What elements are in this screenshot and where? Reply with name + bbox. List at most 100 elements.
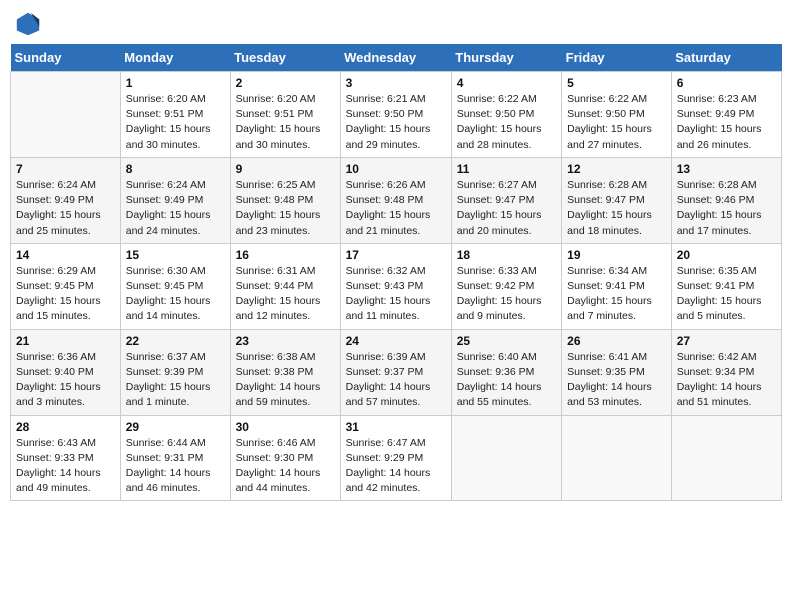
day-info: Sunrise: 6:39 AM Sunset: 9:37 PM Dayligh…	[346, 350, 446, 411]
page-header	[10, 10, 782, 38]
col-header-sunday: Sunday	[11, 44, 121, 72]
day-info: Sunrise: 6:44 AM Sunset: 9:31 PM Dayligh…	[126, 436, 225, 497]
col-header-monday: Monday	[120, 44, 230, 72]
day-number: 10	[346, 162, 446, 176]
day-cell: 8 Sunrise: 6:24 AM Sunset: 9:49 PM Daylig…	[120, 157, 230, 243]
day-cell: 20 Sunrise: 6:35 AM Sunset: 9:41 PM Dayli…	[671, 243, 781, 329]
day-number: 11	[457, 162, 556, 176]
day-number: 3	[346, 76, 446, 90]
day-number: 15	[126, 248, 225, 262]
day-info: Sunrise: 6:28 AM Sunset: 9:46 PM Dayligh…	[677, 178, 776, 239]
logo-icon	[14, 10, 42, 38]
day-cell	[671, 415, 781, 501]
day-cell: 17 Sunrise: 6:32 AM Sunset: 9:43 PM Dayli…	[340, 243, 451, 329]
day-number: 25	[457, 334, 556, 348]
day-number: 12	[567, 162, 666, 176]
day-number: 17	[346, 248, 446, 262]
day-number: 5	[567, 76, 666, 90]
day-cell: 7 Sunrise: 6:24 AM Sunset: 9:49 PM Daylig…	[11, 157, 121, 243]
day-info: Sunrise: 6:37 AM Sunset: 9:39 PM Dayligh…	[126, 350, 225, 411]
day-info: Sunrise: 6:20 AM Sunset: 9:51 PM Dayligh…	[236, 92, 335, 153]
day-info: Sunrise: 6:20 AM Sunset: 9:51 PM Dayligh…	[126, 92, 225, 153]
day-cell: 26 Sunrise: 6:41 AM Sunset: 9:35 PM Dayli…	[562, 329, 672, 415]
day-info: Sunrise: 6:23 AM Sunset: 9:49 PM Dayligh…	[677, 92, 776, 153]
day-cell: 1 Sunrise: 6:20 AM Sunset: 9:51 PM Daylig…	[120, 72, 230, 158]
week-row-4: 21Sunrise: 6:36 AM Sunset: 9:40 PM Dayli…	[11, 329, 782, 415]
header-row: SundayMondayTuesdayWednesdayThursdayFrid…	[11, 44, 782, 72]
day-info: Sunrise: 6:35 AM Sunset: 9:41 PM Dayligh…	[677, 264, 776, 325]
day-number: 29	[126, 420, 225, 434]
day-number: 6	[677, 76, 776, 90]
day-info: Sunrise: 6:22 AM Sunset: 9:50 PM Dayligh…	[567, 92, 666, 153]
col-header-wednesday: Wednesday	[340, 44, 451, 72]
day-cell: 13 Sunrise: 6:28 AM Sunset: 9:46 PM Dayli…	[671, 157, 781, 243]
day-number: 22	[126, 334, 225, 348]
day-info: Sunrise: 6:32 AM Sunset: 9:43 PM Dayligh…	[346, 264, 446, 325]
day-cell: 19 Sunrise: 6:34 AM Sunset: 9:41 PM Dayli…	[562, 243, 672, 329]
day-cell: 15 Sunrise: 6:30 AM Sunset: 9:45 PM Dayli…	[120, 243, 230, 329]
day-number: 18	[457, 248, 556, 262]
day-number: 23	[236, 334, 335, 348]
week-row-5: 28Sunrise: 6:43 AM Sunset: 9:33 PM Dayli…	[11, 415, 782, 501]
day-info: Sunrise: 6:22 AM Sunset: 9:50 PM Dayligh…	[457, 92, 556, 153]
day-cell: 14 Sunrise: 6:29 AM Sunset: 9:45 PM Dayli…	[11, 243, 121, 329]
day-cell: 31 Sunrise: 6:47 AM Sunset: 9:29 PM Dayli…	[340, 415, 451, 501]
day-cell: 5 Sunrise: 6:22 AM Sunset: 9:50 PM Daylig…	[562, 72, 672, 158]
col-header-thursday: Thursday	[451, 44, 561, 72]
day-info: Sunrise: 6:28 AM Sunset: 9:47 PM Dayligh…	[567, 178, 666, 239]
day-cell: 21Sunrise: 6:36 AM Sunset: 9:40 PM Dayli…	[11, 329, 121, 415]
day-cell: 24Sunrise: 6:39 AM Sunset: 9:37 PM Dayli…	[340, 329, 451, 415]
week-row-2: 7 Sunrise: 6:24 AM Sunset: 9:49 PM Daylig…	[11, 157, 782, 243]
day-info: Sunrise: 6:47 AM Sunset: 9:29 PM Dayligh…	[346, 436, 446, 497]
day-cell: 4 Sunrise: 6:22 AM Sunset: 9:50 PM Daylig…	[451, 72, 561, 158]
day-info: Sunrise: 6:46 AM Sunset: 9:30 PM Dayligh…	[236, 436, 335, 497]
day-info: Sunrise: 6:25 AM Sunset: 9:48 PM Dayligh…	[236, 178, 335, 239]
day-info: Sunrise: 6:34 AM Sunset: 9:41 PM Dayligh…	[567, 264, 666, 325]
day-info: Sunrise: 6:36 AM Sunset: 9:40 PM Dayligh…	[16, 350, 115, 411]
week-row-1: 1 Sunrise: 6:20 AM Sunset: 9:51 PM Daylig…	[11, 72, 782, 158]
day-cell	[562, 415, 672, 501]
col-header-tuesday: Tuesday	[230, 44, 340, 72]
day-cell: 28Sunrise: 6:43 AM Sunset: 9:33 PM Dayli…	[11, 415, 121, 501]
day-number: 7	[16, 162, 115, 176]
day-number: 4	[457, 76, 556, 90]
day-number: 14	[16, 248, 115, 262]
day-cell: 16 Sunrise: 6:31 AM Sunset: 9:44 PM Dayli…	[230, 243, 340, 329]
day-info: Sunrise: 6:42 AM Sunset: 9:34 PM Dayligh…	[677, 350, 776, 411]
day-cell: 9Sunrise: 6:25 AM Sunset: 9:48 PM Daylig…	[230, 157, 340, 243]
day-cell: 22 Sunrise: 6:37 AM Sunset: 9:39 PM Dayli…	[120, 329, 230, 415]
day-cell: 11Sunrise: 6:27 AM Sunset: 9:47 PM Dayli…	[451, 157, 561, 243]
day-info: Sunrise: 6:24 AM Sunset: 9:49 PM Dayligh…	[16, 178, 115, 239]
day-info: Sunrise: 6:30 AM Sunset: 9:45 PM Dayligh…	[126, 264, 225, 325]
day-info: Sunrise: 6:43 AM Sunset: 9:33 PM Dayligh…	[16, 436, 115, 497]
day-number: 2	[236, 76, 335, 90]
day-number: 30	[236, 420, 335, 434]
day-number: 16	[236, 248, 335, 262]
day-cell: 29 Sunrise: 6:44 AM Sunset: 9:31 PM Dayli…	[120, 415, 230, 501]
day-cell	[451, 415, 561, 501]
day-cell: 25 Sunrise: 6:40 AM Sunset: 9:36 PM Dayli…	[451, 329, 561, 415]
day-info: Sunrise: 6:31 AM Sunset: 9:44 PM Dayligh…	[236, 264, 335, 325]
week-row-3: 14 Sunrise: 6:29 AM Sunset: 9:45 PM Dayli…	[11, 243, 782, 329]
col-header-saturday: Saturday	[671, 44, 781, 72]
calendar-table: SundayMondayTuesdayWednesdayThursdayFrid…	[10, 44, 782, 501]
logo	[14, 10, 46, 38]
day-number: 31	[346, 420, 446, 434]
day-cell: 6 Sunrise: 6:23 AM Sunset: 9:49 PM Daylig…	[671, 72, 781, 158]
day-info: Sunrise: 6:21 AM Sunset: 9:50 PM Dayligh…	[346, 92, 446, 153]
day-number: 19	[567, 248, 666, 262]
day-number: 20	[677, 248, 776, 262]
day-number: 27	[677, 334, 776, 348]
day-number: 13	[677, 162, 776, 176]
day-number: 1	[126, 76, 225, 90]
day-number: 8	[126, 162, 225, 176]
day-cell: 10Sunrise: 6:26 AM Sunset: 9:48 PM Dayli…	[340, 157, 451, 243]
day-info: Sunrise: 6:40 AM Sunset: 9:36 PM Dayligh…	[457, 350, 556, 411]
day-number: 26	[567, 334, 666, 348]
day-info: Sunrise: 6:24 AM Sunset: 9:49 PM Dayligh…	[126, 178, 225, 239]
day-cell: 27 Sunrise: 6:42 AM Sunset: 9:34 PM Dayli…	[671, 329, 781, 415]
day-cell: 30 Sunrise: 6:46 AM Sunset: 9:30 PM Dayli…	[230, 415, 340, 501]
day-cell: 23Sunrise: 6:38 AM Sunset: 9:38 PM Dayli…	[230, 329, 340, 415]
day-info: Sunrise: 6:41 AM Sunset: 9:35 PM Dayligh…	[567, 350, 666, 411]
day-info: Sunrise: 6:29 AM Sunset: 9:45 PM Dayligh…	[16, 264, 115, 325]
